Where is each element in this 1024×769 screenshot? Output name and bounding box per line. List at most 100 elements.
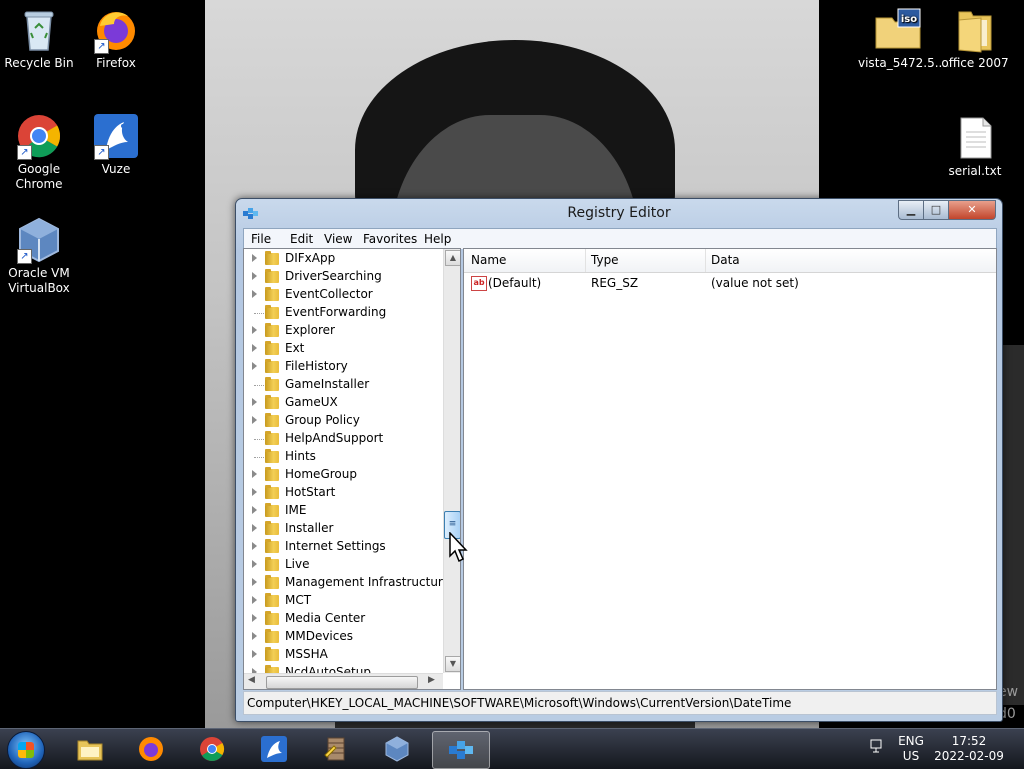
menu-file[interactable]: File xyxy=(251,232,271,246)
tree-item-label: Ext xyxy=(285,341,305,355)
expand-arrow-icon[interactable] xyxy=(252,326,257,334)
tree-item[interactable]: HomeGroup xyxy=(244,466,440,484)
expand-arrow-icon[interactable] xyxy=(252,290,257,298)
expand-arrow-icon[interactable] xyxy=(252,470,257,478)
desktop-icon-serial-txt[interactable]: serial.txt xyxy=(936,114,1014,179)
column-divider[interactable] xyxy=(705,249,706,272)
scroll-up-arrow-icon[interactable]: ▲ xyxy=(445,250,460,266)
tree-item[interactable]: MMDevices xyxy=(244,628,440,646)
expand-arrow-icon[interactable] xyxy=(252,362,257,370)
desktop-icon-firefox[interactable]: ↗ Firefox xyxy=(77,6,155,71)
column-header-type[interactable]: Type xyxy=(591,253,619,267)
tree-item[interactable]: Installer xyxy=(244,520,440,538)
registry-values-list[interactable]: Name Type Data ab (Default) REG_SZ (valu… xyxy=(463,248,997,690)
desktop-icon-vista-iso[interactable]: iso vista_5472.5.... xyxy=(858,6,950,71)
tree-item[interactable]: Hints xyxy=(244,448,440,466)
minimize-button[interactable]: ▁ xyxy=(898,200,924,220)
tree-item[interactable]: Live xyxy=(244,556,440,574)
tree-item[interactable]: MSSHA xyxy=(244,646,440,664)
tree-item[interactable]: Media Center xyxy=(244,610,440,628)
registry-editor-window[interactable]: Registry Editor ▁ □ ✕ File Edit View Fav… xyxy=(235,198,1003,722)
expand-arrow-icon[interactable] xyxy=(252,596,257,604)
window-titlebar[interactable]: Registry Editor ▁ □ ✕ xyxy=(236,199,1002,227)
tree-item[interactable]: DriverSearching xyxy=(244,268,440,286)
tree-horizontal-scroll-thumb[interactable] xyxy=(266,676,418,689)
scroll-left-arrow-icon[interactable]: ◀ xyxy=(248,675,255,685)
network-icon[interactable] xyxy=(866,737,888,759)
firefox-icon: ↗ xyxy=(92,6,140,54)
tree-item[interactable]: FileHistory xyxy=(244,358,440,376)
iso-folder-icon: iso xyxy=(874,6,922,54)
expand-arrow-icon[interactable] xyxy=(252,578,257,586)
tree-item[interactable]: Group Policy xyxy=(244,412,440,430)
taskbar-virtualbox[interactable] xyxy=(371,731,423,767)
tree-vertical-scrollbar[interactable]: ▲ ≡ ▼ xyxy=(443,249,460,673)
expand-arrow-icon[interactable] xyxy=(252,272,257,280)
tree-item[interactable]: MCT xyxy=(244,592,440,610)
tree-item[interactable]: GameUX xyxy=(244,394,440,412)
folder-icon xyxy=(265,431,279,445)
taskbar-firefox[interactable] xyxy=(125,731,177,767)
tree-item-label: EventCollector xyxy=(285,287,373,301)
column-divider[interactable] xyxy=(585,249,586,272)
registry-key-tree[interactable]: DIFxApp DriverSearching EventCollector Even… xyxy=(243,248,461,690)
expand-arrow-icon[interactable] xyxy=(252,560,257,568)
taskbar-app[interactable] xyxy=(310,731,362,767)
tree-item[interactable]: HelpAndSupport xyxy=(244,430,440,448)
expand-arrow-icon[interactable] xyxy=(252,488,257,496)
list-item[interactable]: ab (Default) REG_SZ (value not set) xyxy=(464,273,996,293)
scroll-down-arrow-icon[interactable]: ▼ xyxy=(445,656,460,672)
tree-item[interactable]: EventCollector xyxy=(244,286,440,304)
maximize-button[interactable]: □ xyxy=(923,200,949,220)
value-data: (value not set) xyxy=(711,276,799,290)
folder-icon xyxy=(265,341,279,355)
column-header-name[interactable]: Name xyxy=(471,253,506,267)
desktop-icon-label: Google Chrome xyxy=(15,162,63,191)
tree-item[interactable]: Ext xyxy=(244,340,440,358)
menu-edit[interactable]: Edit xyxy=(290,232,313,246)
taskbar-registry-editor[interactable] xyxy=(432,731,490,769)
expand-arrow-icon[interactable] xyxy=(252,524,257,532)
tree-item[interactable]: GameInstaller xyxy=(244,376,440,394)
expand-arrow-icon[interactable] xyxy=(252,506,257,514)
tree-item[interactable]: HotStart xyxy=(244,484,440,502)
tree-item[interactable]: Management Infrastructure xyxy=(244,574,450,592)
expand-arrow-icon[interactable] xyxy=(252,632,257,640)
expand-arrow-icon[interactable] xyxy=(252,614,257,622)
taskbar-explorer[interactable] xyxy=(64,731,116,767)
column-header-data[interactable]: Data xyxy=(711,253,740,267)
desktop-icon-label: serial.txt xyxy=(948,164,1002,178)
menu-favorites[interactable]: Favorites xyxy=(363,232,417,246)
taskbar-vuze[interactable] xyxy=(248,731,300,767)
desktop-icon-recycle-bin[interactable]: Recycle Bin xyxy=(0,6,78,71)
expand-arrow-icon[interactable] xyxy=(252,344,257,352)
menu-help[interactable]: Help xyxy=(424,232,451,246)
taskbar-chrome[interactable] xyxy=(186,731,238,767)
language-indicator[interactable]: ENG US xyxy=(896,734,926,764)
desktop-icon-google-chrome[interactable]: ↗ Google Chrome xyxy=(0,112,78,192)
tree-item[interactable]: Internet Settings xyxy=(244,538,440,556)
expand-arrow-icon[interactable] xyxy=(252,398,257,406)
expand-arrow-icon[interactable] xyxy=(252,542,257,550)
tree-item[interactable]: IME xyxy=(244,502,440,520)
tree-connector xyxy=(254,385,264,386)
tree-item-label: GameUX xyxy=(285,395,338,409)
tree-horizontal-scrollbar[interactable]: ◀ ▶ xyxy=(244,673,443,689)
close-button[interactable]: ✕ xyxy=(948,200,996,220)
tree-item[interactable]: DIFxApp xyxy=(244,250,440,268)
tree-item[interactable]: Explorer xyxy=(244,322,440,340)
scroll-right-arrow-icon[interactable]: ▶ xyxy=(428,675,435,685)
expand-arrow-icon[interactable] xyxy=(252,254,257,262)
desktop-icon-vuze[interactable]: ↗ Vuze xyxy=(77,112,155,177)
desktop-icon-virtualbox[interactable]: ↗ Oracle VM VirtualBox xyxy=(0,216,78,296)
clock[interactable]: 17:52 2022-02-09 xyxy=(934,734,1004,764)
expand-arrow-icon[interactable] xyxy=(252,416,257,424)
menu-view[interactable]: View xyxy=(324,232,352,246)
expand-arrow-icon[interactable] xyxy=(252,650,257,658)
folder-icon xyxy=(265,449,279,463)
start-button[interactable] xyxy=(7,731,45,769)
tree-connector xyxy=(254,313,264,314)
desktop-icon-office-2007[interactable]: office 2007 xyxy=(936,6,1014,71)
chrome-icon xyxy=(198,735,226,763)
tree-item[interactable]: EventForwarding xyxy=(244,304,440,322)
